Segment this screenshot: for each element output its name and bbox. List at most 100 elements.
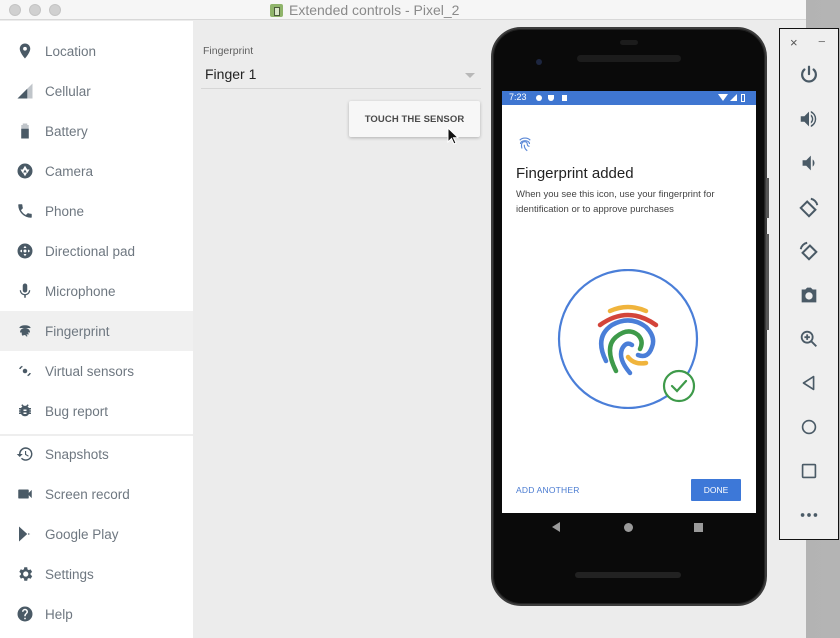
rotate-left-button[interactable] (795, 193, 823, 221)
selected-finger: Finger 1 (205, 66, 257, 82)
window-zoom-button[interactable] (49, 4, 61, 16)
sidebar-item-virtual-sensors[interactable]: Virtual sensors (0, 351, 193, 391)
screenshot-button[interactable] (795, 281, 823, 309)
touch-sensor-button[interactable]: TOUCH THE SENSOR (349, 101, 480, 137)
sidebar-item-battery[interactable]: Battery (0, 111, 193, 151)
overview-icon[interactable] (694, 523, 703, 532)
sidebar-item-help[interactable]: Help (0, 594, 193, 634)
volume-down-button[interactable] (795, 149, 823, 177)
device-top-speaker (577, 55, 681, 62)
sidebar-item-screen-record[interactable]: Screen record (0, 474, 193, 514)
device-nav-bar (502, 513, 756, 543)
device-bottom-speaker (575, 572, 681, 578)
emulator-app-icon (270, 3, 283, 17)
phone-icon (15, 201, 35, 221)
home-icon[interactable] (624, 523, 633, 532)
window-close-button[interactable] (9, 4, 21, 16)
sidebar-item-label: Bug report (45, 403, 109, 419)
back-button[interactable] (795, 369, 823, 397)
camera-aperture-icon (15, 161, 35, 181)
power-button[interactable] (795, 61, 823, 89)
sidebar-item-camera[interactable]: Camera (0, 151, 193, 191)
add-another-button[interactable]: ADD ANOTHER (516, 485, 580, 495)
sidebar-item-cellular[interactable]: Cellular (0, 71, 193, 111)
sidebar-item-fingerprint[interactable]: Fingerprint (0, 311, 193, 351)
fingerprint-ridge-yellow (607, 304, 649, 314)
mouse-cursor-icon (447, 127, 459, 145)
check-circle-icon (662, 369, 696, 403)
videocam-icon (15, 484, 35, 504)
back-icon (802, 375, 815, 391)
sidebar-item-label: Fingerprint (45, 323, 110, 339)
home-icon (801, 419, 817, 435)
fingerprint-select[interactable]: Finger 1 (201, 63, 481, 89)
overview-button[interactable] (795, 457, 823, 485)
camera-icon (801, 287, 817, 303)
window-minimize-button[interactable] (29, 4, 41, 16)
sidebar-item-label: Screen record (45, 486, 130, 502)
back-icon[interactable] (552, 522, 560, 532)
sidebar-item-label: Google Play (45, 526, 119, 542)
rotate-right-button[interactable] (795, 237, 823, 265)
sidebar-item-settings[interactable]: Settings (0, 554, 193, 594)
sidebar-item-label: Directional pad (45, 243, 136, 259)
sidebar: Location Cellular Battery Camera Phone D… (0, 21, 193, 638)
sidebar-item-google-play[interactable]: Google Play (0, 514, 193, 554)
wifi-icon (718, 94, 728, 101)
sidebar-item-label: Location (45, 43, 97, 59)
sidebar-item-label: Microphone (45, 283, 116, 299)
play-store-icon (15, 524, 35, 544)
device-sensor (620, 40, 638, 45)
sidebar-item-bug-report[interactable]: Bug report (0, 391, 193, 431)
fingerprint-icon (519, 137, 531, 152)
done-button[interactable]: DONE (691, 479, 741, 501)
power-icon (801, 65, 817, 83)
sidebar-item-label: Snapshots (45, 446, 109, 462)
device-volume-keys (766, 234, 769, 330)
bug-icon (15, 401, 35, 421)
sidebar-item-phone[interactable]: Phone (0, 191, 193, 231)
extended-controls-window: Extended controls - Pixel_2 Location Cel… (0, 0, 806, 638)
device-front-camera (536, 59, 542, 65)
status-bar: 7:23 (502, 91, 756, 105)
gear-icon (15, 564, 35, 584)
toolbar-minimize-button[interactable]: − (818, 34, 826, 49)
rotate-right-icon (799, 241, 818, 261)
sidebar-item-directional-pad[interactable]: Directional pad (0, 231, 193, 271)
more-button[interactable] (795, 501, 823, 529)
toolbar-close-button[interactable]: × (790, 35, 798, 50)
status-time: 7:23 (509, 92, 527, 102)
rotate-left-icon (799, 197, 819, 218)
sidebar-item-location[interactable]: Location (0, 31, 193, 71)
sidebar-item-label: Cellular (45, 83, 91, 99)
zoom-button[interactable] (795, 325, 823, 353)
sidebar-item-label: Settings (45, 566, 94, 582)
more-icon (800, 513, 818, 517)
sidebar-item-label: Battery (45, 123, 88, 139)
signal-icon (15, 81, 35, 101)
microphone-icon (15, 281, 35, 301)
device-screen[interactable]: 7:23 Fingerprint added When you see this… (502, 91, 756, 513)
fingerprint-panel: Fingerprint Finger 1 TOUCH THE SENSOR (193, 21, 493, 638)
device-power-key (766, 178, 769, 218)
signal-icon (730, 94, 737, 101)
dpad-icon (15, 241, 35, 261)
sidebar-item-snapshots[interactable]: Snapshots (0, 434, 193, 474)
location-pin-icon (15, 41, 35, 61)
overview-icon (801, 463, 817, 479)
sidebar-item-microphone[interactable]: Microphone (0, 271, 193, 311)
window-title-group: Extended controls - Pixel_2 (270, 2, 459, 18)
sidebar-item-label: Phone (45, 203, 85, 219)
home-button[interactable] (795, 413, 823, 441)
fingerprint-success-illustration (557, 269, 699, 409)
help-icon (15, 604, 35, 624)
shield-notification-icon (548, 95, 554, 101)
sidebar-item-label: Help (45, 606, 73, 622)
sidebar-item-label: Camera (45, 163, 94, 179)
volume-up-button[interactable] (795, 105, 823, 133)
volume-down-icon (802, 155, 815, 171)
sidebar-item-label: Virtual sensors (45, 363, 135, 379)
zoom-in-icon (800, 330, 817, 347)
screen-title: Fingerprint added (516, 165, 634, 182)
emulator-toolbar: × − (779, 28, 839, 540)
